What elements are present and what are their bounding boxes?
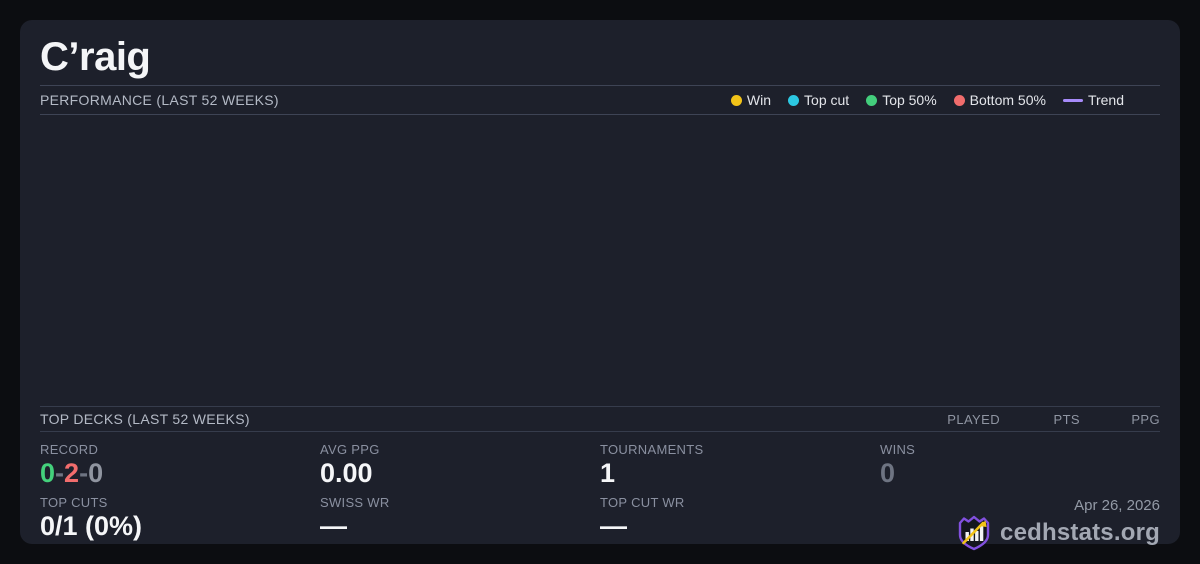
- legend-label-trend: Trend: [1087, 92, 1124, 108]
- record-separator-1: -: [55, 458, 65, 488]
- stat-swiss-wr-value: —: [320, 511, 347, 541]
- stat-wins-label: WINS: [880, 442, 916, 457]
- performance-section-label: PERFORMANCE (LAST 52 WEEKS): [40, 92, 279, 108]
- stat-swiss-wr-label: SWISS WR: [320, 495, 390, 510]
- legend-label-top-cut: Top cut: [804, 92, 850, 108]
- generated-date: Apr 26, 2026: [1074, 497, 1160, 514]
- record-draws: 0: [88, 458, 104, 488]
- legend-item-top-cut: Top cut: [788, 92, 849, 108]
- legend-label-top50: Top 50%: [882, 92, 937, 108]
- column-header-ppg: PPG: [1131, 411, 1160, 427]
- top-decks-column-headers: PLAYED PTS PPG: [920, 412, 1160, 427]
- stat-top-cuts-label: TOP CUTS: [40, 495, 108, 510]
- stat-record-label: RECORD: [40, 442, 99, 457]
- legend-item-bottom50: Bottom 50%: [953, 92, 1046, 108]
- stat-wins: WINS 0: [880, 437, 1160, 490]
- brand-name: cedhstats.org: [1000, 519, 1160, 546]
- record-losses: 2: [64, 458, 80, 488]
- stat-record: RECORD 0-2-0: [40, 437, 320, 490]
- top-decks-section-label: TOP DECKS (LAST 52 WEEKS): [40, 411, 250, 427]
- footer-branding: Apr 26, 2026 cedhstats.org: [880, 490, 1160, 551]
- player-stats-card: C’raig PERFORMANCE (LAST 52 WEEKS) Win T…: [20, 20, 1180, 551]
- legend-item-win: Win: [730, 92, 772, 108]
- stat-wins-value: 0: [880, 458, 896, 488]
- cedhstats-shield-logo-icon: [958, 515, 990, 551]
- win-dot-icon: [730, 94, 742, 106]
- stat-top-cut-wr: TOP CUT WR —: [600, 490, 880, 543]
- performance-chart: [40, 115, 1160, 406]
- legend-item-trend: Trend: [1062, 92, 1124, 108]
- stat-avg-ppg-label: AVG PPG: [320, 442, 380, 457]
- legend-label-bottom50: Bottom 50%: [969, 92, 1046, 108]
- column-header-pts: PTS: [1053, 411, 1080, 427]
- column-header-played: PLAYED: [947, 411, 1000, 427]
- record-separator-2: -: [79, 458, 89, 488]
- stat-avg-ppg-value: 0.00: [320, 458, 373, 488]
- legend-item-top50: Top 50%: [866, 92, 937, 108]
- top50-dot-icon: [866, 94, 878, 106]
- stat-avg-ppg: AVG PPG 0.00: [320, 437, 600, 490]
- top-decks-header-row: TOP DECKS (LAST 52 WEEKS) PLAYED PTS PPG: [40, 406, 1160, 432]
- stat-tournaments-value: 1: [600, 458, 616, 488]
- stat-top-cuts-value: 0/1 (0%): [40, 511, 143, 541]
- legend-label-win: Win: [746, 92, 772, 108]
- trend-line-icon: [1062, 98, 1083, 102]
- stats-grid: RECORD 0-2-0 AVG PPG 0.00 TOURNAMENTS 1 …: [40, 437, 1160, 551]
- performance-header-row: PERFORMANCE (LAST 52 WEEKS) Win Top cut …: [40, 86, 1160, 114]
- stat-tournaments-label: TOURNAMENTS: [600, 442, 704, 457]
- page-title: C’raig: [40, 35, 151, 79]
- chart-legend: Win Top cut Top 50% Bottom 50% Trend: [730, 92, 1124, 108]
- stat-top-cut-wr-value: —: [600, 511, 627, 541]
- record-wins: 0: [40, 458, 56, 488]
- top-cut-dot-icon: [788, 94, 800, 106]
- stat-record-value: 0-2-0: [40, 458, 320, 488]
- stat-tournaments: TOURNAMENTS 1: [600, 437, 880, 490]
- bottom50-dot-icon: [953, 94, 965, 106]
- stat-swiss-wr: SWISS WR —: [320, 490, 600, 543]
- stat-top-cut-wr-label: TOP CUT WR: [600, 495, 685, 510]
- brand-row: cedhstats.org: [880, 515, 1160, 551]
- stat-top-cuts: TOP CUTS 0/1 (0%): [40, 490, 320, 543]
